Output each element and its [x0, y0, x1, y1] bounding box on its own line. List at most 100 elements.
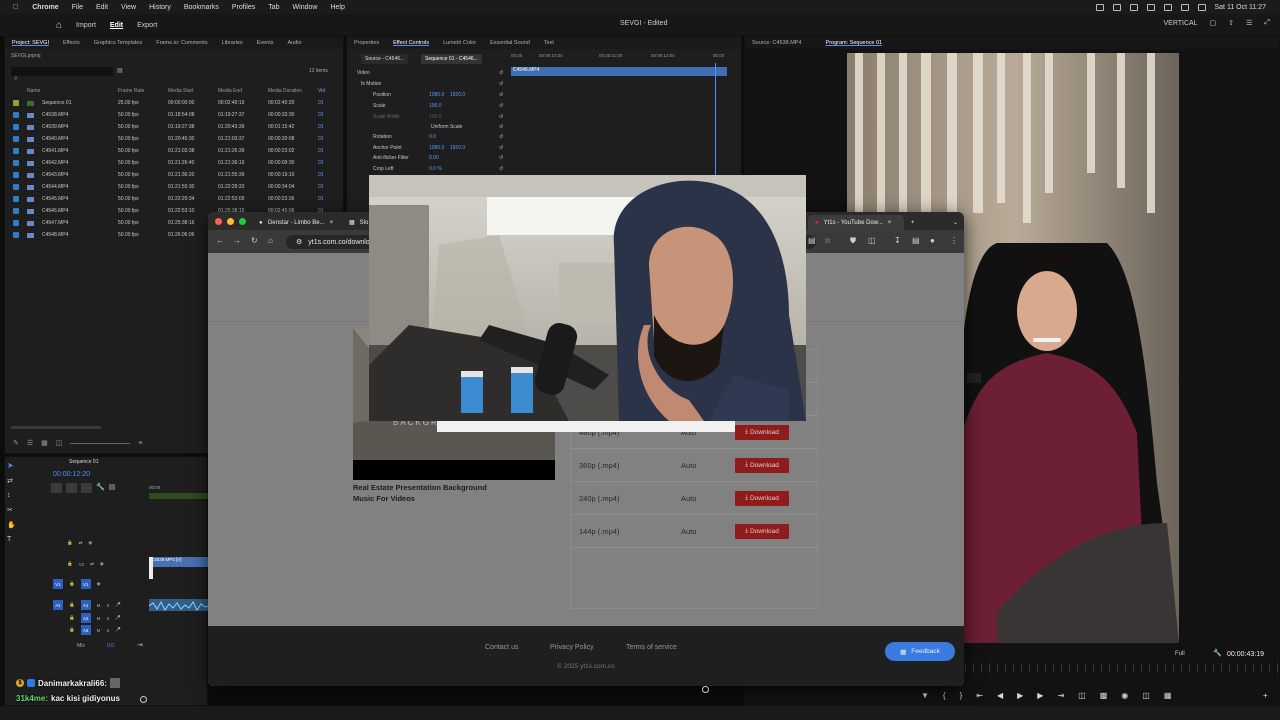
property-value[interactable]: 0.00: [429, 155, 439, 161]
share-icon[interactable]: ☰: [1246, 19, 1252, 27]
workspace-label[interactable]: VERTICAL: [1164, 20, 1198, 27]
quick-export-icon[interactable]: ⇧: [1228, 19, 1234, 27]
effect-property-row[interactable]: Scale 100.0: [373, 103, 442, 109]
col-media-start[interactable]: Media Start: [168, 88, 218, 94]
go-to-in-icon[interactable]: ⇤: [976, 691, 983, 700]
settings-wrench-icon[interactable]: 🔧: [96, 483, 105, 493]
captions-icon[interactable]: ▤: [109, 483, 116, 493]
track-select-icon[interactable]: ⇄: [7, 477, 16, 485]
download-button[interactable]: ⤓Download: [735, 523, 789, 539]
mute-icon[interactable]: M: [97, 603, 101, 608]
lock-icon[interactable]: 🔒: [67, 540, 73, 546]
property-value[interactable]: 100.0: [429, 103, 442, 109]
tab-effects[interactable]: Effects: [56, 40, 87, 46]
close-tab-icon[interactable]: ×: [888, 220, 892, 226]
go-to-end-icon[interactable]: ⇥: [137, 641, 143, 649]
tab-groups-icon[interactable]: ▤: [912, 236, 920, 245]
zoom-select[interactable]: Full: [1175, 651, 1185, 657]
project-row[interactable]: C4540.MP4 50.00 fps 01:20:45:30 01:21:03:37…: [13, 133, 345, 145]
extensions-icon[interactable]: ◫: [868, 236, 876, 245]
timeline-zoom-handle[interactable]: [140, 696, 147, 703]
apple-icon[interactable]: : [13, 4, 18, 11]
hand-icon[interactable]: ✋: [7, 521, 16, 529]
overwrite-icon[interactable]: ▩: [1100, 691, 1108, 700]
timeline-ruler[interactable]: 00:00: [149, 485, 160, 490]
effect-property-row[interactable]: Crop Left 0.0 %: [373, 166, 442, 172]
lock-icon[interactable]: 🔒: [69, 602, 75, 608]
forward-icon[interactable]: →: [233, 236, 241, 245]
tab-search-icon[interactable]: ⌄: [946, 215, 964, 230]
menu-profiles[interactable]: Profiles: [232, 4, 255, 11]
selection-tool-icon[interactable]: ➤: [7, 461, 14, 470]
property-value[interactable]: 1080.0 1920.0: [429, 145, 465, 151]
project-search-input[interactable]: ⚲: [11, 67, 113, 82]
minimize-window-button[interactable]: [227, 218, 234, 225]
reset-parameter-icon[interactable]: ↺: [499, 134, 503, 140]
browser-tab-genstar[interactable]: ● Genstar - Limbo Be... ×: [252, 215, 342, 230]
menu-file[interactable]: File: [72, 4, 83, 11]
bookmark-star-icon[interactable]: ☆: [824, 236, 831, 245]
add-marker-icon[interactable]: [81, 483, 92, 493]
tab-effect-controls[interactable]: Effect Controls: [386, 40, 436, 46]
tab-audio[interactable]: Audio: [281, 40, 309, 46]
tab-frameio-comments[interactable]: Frame.io: Comments: [149, 40, 214, 46]
reset-parameter-icon[interactable]: ↺: [499, 155, 503, 161]
eye-icon[interactable]: ◉: [97, 581, 101, 587]
freeform-view-icon[interactable]: ◫: [56, 439, 63, 447]
type-tool-icon[interactable]: T: [7, 536, 16, 543]
menu-bookmarks[interactable]: Bookmarks: [184, 4, 219, 11]
tab-essential-sound[interactable]: Essential Sound: [483, 40, 537, 46]
insert-icon[interactable]: ◫: [1078, 691, 1086, 700]
track-target-v1[interactable]: V1: [53, 579, 63, 589]
clock[interactable]: Sat 11 Oct 11:27: [1215, 4, 1267, 11]
kebab-menu-icon[interactable]: ⋮: [950, 236, 958, 245]
menu-window[interactable]: Window: [293, 4, 318, 11]
project-row[interactable]: C4538.MP4 50.00 fps 01:18:54:08 01:19:27:37…: [13, 109, 345, 121]
status-icon[interactable]: [1129, 3, 1138, 11]
sequence-tab[interactable]: Sequence 01: [69, 459, 98, 465]
in-point-icon[interactable]: {: [943, 691, 946, 700]
tab-libraries[interactable]: Libraries: [215, 40, 250, 46]
zoom-slider[interactable]: [70, 442, 131, 444]
footer-privacy-link[interactable]: Privacy Policy: [550, 644, 594, 651]
lock-icon[interactable]: 🔒: [67, 561, 73, 567]
work-area-bar[interactable]: [149, 493, 209, 499]
video-clip[interactable]: C4539.MP4 [V]: [149, 557, 209, 567]
add-button-icon[interactable]: +: [1263, 691, 1268, 700]
mic-icon[interactable]: 🎤: [115, 627, 121, 633]
sync-icon[interactable]: ⇄: [90, 561, 94, 567]
effect-property-row[interactable]: Position 1080.0 1920.0: [373, 92, 465, 98]
menu-view[interactable]: View: [121, 4, 136, 11]
project-row[interactable]: Sequence 01 25.00 fps 00:00:00:00 00:02:40:…: [13, 97, 345, 109]
reset-parameter-icon[interactable]: ↺: [499, 81, 503, 87]
monitor-scrubber[interactable]: [965, 663, 1280, 673]
go-to-out-icon[interactable]: ⇥: [1057, 691, 1064, 700]
marker-icon[interactable]: ▼: [921, 691, 929, 700]
new-tab-button[interactable]: +: [904, 215, 922, 230]
track-label-a1[interactable]: A1: [80, 600, 91, 610]
project-row[interactable]: C4543.MP4 50.00 fps 01:21:36:20 01:21:55:39…: [13, 169, 345, 181]
reset-parameter-icon[interactable]: ↺: [499, 70, 503, 76]
webcam-video-overlay[interactable]: [369, 175, 806, 421]
solo-icon[interactable]: S: [106, 603, 109, 608]
step-back-icon[interactable]: ◀: [997, 691, 1003, 700]
eye-icon[interactable]: ◉: [88, 540, 92, 546]
wifi-icon[interactable]: [1163, 3, 1172, 11]
nav-edit[interactable]: Edit: [110, 22, 123, 29]
source-clip-tab[interactable]: Source - C4546...: [361, 54, 409, 64]
eye-icon[interactable]: ◉: [100, 561, 104, 567]
tab-graphics-templates[interactable]: Graphics Templates: [87, 40, 150, 46]
list-view-icon[interactable]: ☰: [27, 439, 33, 447]
sync-icon[interactable]: ⇄: [79, 540, 83, 546]
home-icon[interactable]: ⌂: [56, 20, 62, 31]
col-media-duration[interactable]: Media Duration: [268, 88, 318, 94]
effect-property-row[interactable]: Rotation 0.0: [373, 134, 436, 140]
tab-source[interactable]: Source: C4538.MP4: [745, 40, 809, 46]
reset-parameter-icon[interactable]: ↺: [499, 114, 503, 120]
mute-icon[interactable]: M: [97, 616, 101, 621]
out-point-icon[interactable]: }: [960, 691, 963, 700]
cast-icon[interactable]: ▤: [808, 236, 816, 245]
effect-property-row[interactable]: Anchor Point 1080.0 1920.0: [373, 145, 465, 151]
reset-parameter-icon[interactable]: ↺: [499, 92, 503, 98]
track-label-v1[interactable]: V1: [80, 579, 91, 589]
